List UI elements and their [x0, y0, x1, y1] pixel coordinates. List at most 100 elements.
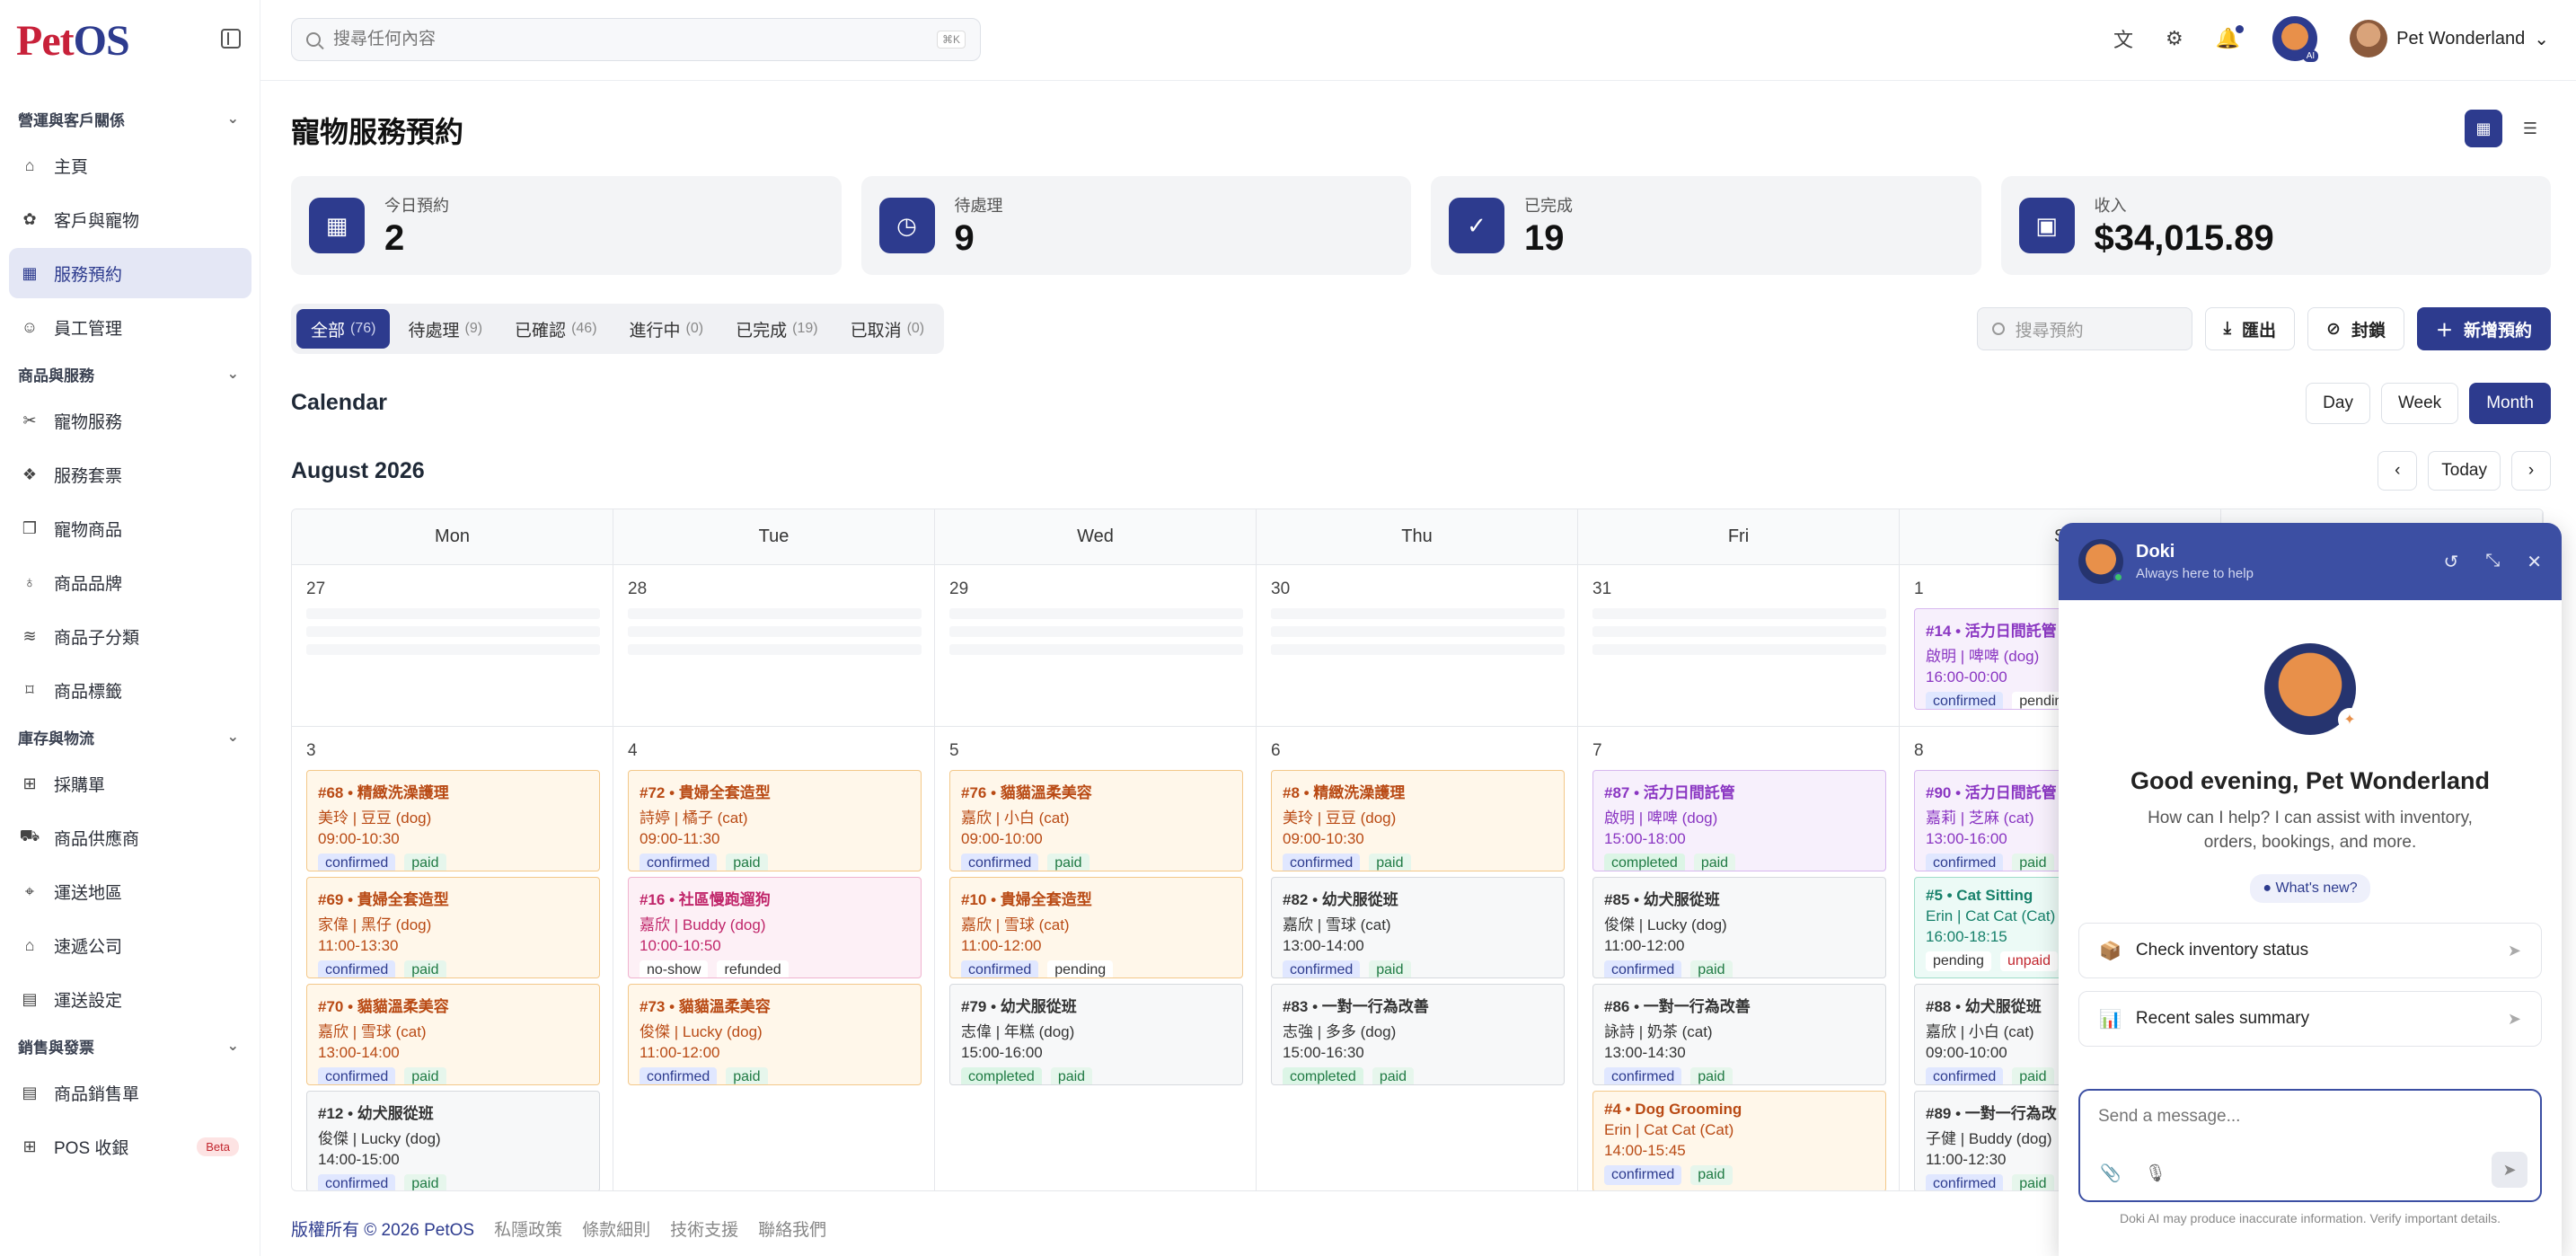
sidebar-item[interactable]: ♁ 商品品牌: [9, 557, 251, 607]
status-tab[interactable]: 已完成 (19): [721, 309, 832, 349]
translate-icon[interactable]: 文: [2113, 24, 2133, 53]
ai-assistant-avatar[interactable]: AI: [2272, 16, 2319, 62]
status-tab[interactable]: 進行中 (0): [615, 309, 719, 349]
close-icon[interactable]: ✕: [2527, 551, 2542, 573]
booking-event[interactable]: #85 • 幼犬服從班 俊傑 | Lucky (dog) 11:00-12:00 co…: [1592, 877, 1886, 978]
booking-event[interactable]: #12 • 幼犬服從班 俊傑 | Lucky (dog) 14:00-15:00 co…: [306, 1091, 600, 1190]
event-tags: completed paid: [961, 1067, 1231, 1084]
booking-event[interactable]: #69 • 貴婦全套造型 家偉 | 黑仔 (dog) 11:00-13:30 conf…: [306, 877, 600, 978]
sidebar-item[interactable]: ☺ 員工管理: [9, 302, 251, 352]
event-title: #10 • 貴婦全套造型: [961, 891, 1092, 908]
sidebar-section-header[interactable]: 銷售與發票 ⌄: [0, 1028, 260, 1064]
sidebar-item[interactable]: ▦ 服務預約: [9, 248, 251, 298]
booking-event[interactable]: #70 • 貓貓溫柔美容 嘉欣 | 雪球 (cat) 13:00-14:00 conf…: [306, 984, 600, 1085]
next-month-button[interactable]: ›: [2511, 451, 2551, 491]
new-booking-button[interactable]: ＋ 新增預約: [2416, 307, 2551, 350]
bell-icon[interactable]: 🔔: [2216, 25, 2245, 50]
page-title: 寵物服務預約: [291, 116, 464, 148]
sidebar-item[interactable]: ❖ 服務套票: [9, 449, 251, 500]
sidebar-item[interactable]: ⊞ 採購單: [9, 758, 251, 809]
calendar-day[interactable]: 3 #68 • 精緻洗澡護理 美玲 | 豆豆 (dog) 09:00-10:30 con…: [292, 727, 613, 1190]
status-tab[interactable]: 已確認 (46): [500, 309, 611, 349]
booking-event[interactable]: #8 • 精緻洗澡護理 美玲 | 豆豆 (dog) 09:00-10:30 confi…: [1271, 770, 1565, 871]
footer-link[interactable]: 條款細則: [582, 1216, 650, 1241]
sidebar-item[interactable]: ⌂ 主頁: [9, 140, 251, 190]
event-time: 15:00-16:00: [961, 1044, 1043, 1061]
status-tab[interactable]: 待處理 (9): [393, 309, 497, 349]
status-badge: confirmed: [1926, 1174, 2004, 1190]
sidebar-collapse-icon[interactable]: [221, 29, 241, 49]
user-menu[interactable]: Pet Wonderland ⌄: [2350, 20, 2549, 57]
booking-event[interactable]: #72 • 貴婦全套造型 詩婷 | 橘子 (cat) 09:00-11:30 conf…: [628, 770, 922, 871]
booking-event[interactable]: #10 • 貴婦全套造型 嘉欣 | 雪球 (cat) 11:00-12:00 conf…: [949, 877, 1243, 978]
sidebar-item[interactable]: ❒ 寵物商品: [9, 503, 251, 553]
booking-event[interactable]: #73 • 貓貓溫柔美容 俊傑 | Lucky (dog) 11:00-12:00 c…: [628, 984, 922, 1085]
stat-card: ✓ 已完成 19: [1431, 176, 1981, 275]
calendar-day[interactable]: 27: [292, 565, 613, 726]
today-button[interactable]: Today: [2428, 451, 2501, 491]
sidebar-item[interactable]: ✂ 寵物服務: [9, 395, 251, 446]
gear-icon[interactable]: ⚙: [2166, 27, 2183, 50]
sidebar-item[interactable]: ⌂ 速遞公司: [9, 920, 251, 970]
range-button[interactable]: Week: [2380, 383, 2459, 424]
calendar-day[interactable]: 4 #72 • 貴婦全套造型 詩婷 | 橘子 (cat) 09:00-11:30 con…: [613, 727, 935, 1190]
sidebar-item[interactable]: ▤ 商品銷售單: [9, 1067, 251, 1118]
calendar-day[interactable]: 28: [613, 565, 935, 726]
status-tab[interactable]: 已取消 (0): [836, 309, 940, 349]
microphone-icon[interactable]: 🎙: [2145, 1163, 2166, 1184]
sidebar-item[interactable]: ⌑ 商品標籤: [9, 665, 251, 715]
status-tab[interactable]: 全部 (76): [296, 309, 391, 349]
minimize-icon[interactable]: ⤡: [2485, 551, 2500, 573]
sidebar-item[interactable]: ▤ 運送設定: [9, 974, 251, 1024]
chat-suggestion[interactable]: 📦 Check inventory status ➤: [2078, 923, 2542, 978]
booking-event[interactable]: #76 • 貓貓溫柔美容 嘉欣 | 小白 (cat) 09:00-10:00 conf…: [949, 770, 1243, 871]
status-badge: pending: [1047, 960, 1114, 977]
petos-logo[interactable]: PetOS: [16, 16, 130, 66]
sidebar-section-header[interactable]: 商品與服務 ⌄: [0, 356, 260, 392]
footer-link[interactable]: 私隱政策: [494, 1216, 562, 1241]
weekday-label: Thu: [1257, 509, 1578, 564]
sidebar-item[interactable]: ⌖ 運送地區: [9, 866, 251, 916]
chat-message-input[interactable]: [2080, 1091, 2540, 1143]
calendar-day[interactable]: 30: [1257, 565, 1578, 726]
booking-search[interactable]: 搜尋預約: [1976, 307, 2192, 350]
range-button[interactable]: Day: [2306, 383, 2370, 424]
sidebar-section-header[interactable]: 庫存與物流 ⌄: [0, 719, 260, 755]
range-button[interactable]: Month: [2469, 383, 2551, 424]
footer-link[interactable]: 聯絡我們: [758, 1216, 826, 1241]
status-badge: confirmed: [1926, 692, 2004, 709]
calendar-day[interactable]: 6 #8 • 精緻洗澡護理 美玲 | 豆豆 (dog) 09:00-10:30 conf…: [1257, 727, 1578, 1190]
footer-link[interactable]: 技術支援: [670, 1216, 738, 1241]
sidebar-item[interactable]: ≋ 商品子分類: [9, 611, 251, 661]
booking-event[interactable]: #82 • 幼犬服從班 嘉欣 | 雪球 (cat) 13:00-14:00 confi…: [1271, 877, 1565, 978]
paperclip-icon[interactable]: 📎: [2100, 1163, 2122, 1184]
block-button[interactable]: ⊘ 封鎖: [2307, 307, 2404, 350]
prev-month-button[interactable]: ‹: [2378, 451, 2418, 491]
booking-event[interactable]: #87 • 活力日間託管 啟明 | 啤啤 (dog) 15:00-18:00 comp…: [1592, 770, 1886, 871]
calendar-day[interactable]: 31: [1578, 565, 1900, 726]
history-icon[interactable]: ↺: [2443, 551, 2458, 573]
list-view-icon[interactable]: ☰: [2511, 110, 2549, 147]
booking-event[interactable]: #68 • 精緻洗澡護理 美玲 | 豆豆 (dog) 09:00-10:30 conf…: [306, 770, 600, 871]
global-search-input[interactable]: [333, 30, 937, 49]
booking-event[interactable]: #83 • 一對一行為改善 志強 | 多多 (dog) 15:00-16:30 com…: [1271, 984, 1565, 1085]
booking-event[interactable]: #4 • Dog Grooming Erin | Cat Cat (Cat) 14:…: [1592, 1091, 1886, 1190]
global-search[interactable]: ⌘K: [291, 18, 981, 61]
booking-event[interactable]: #79 • 幼犬服從班 志偉 | 年糕 (dog) 15:00-16:00 compl…: [949, 984, 1243, 1085]
export-button[interactable]: ⤓ 匯出: [2204, 307, 2296, 350]
sidebar-section-header[interactable]: 營運與客戶關係 ⌄: [0, 101, 260, 137]
chat-suggestion[interactable]: 📊 Recent sales summary ➤: [2078, 991, 2542, 1047]
booking-event[interactable]: #86 • 一對一行為改善 詠詩 | 奶茶 (cat) 13:00-14:30 con…: [1592, 984, 1886, 1085]
sidebar-item[interactable]: ⊞ POS 收銀 Beta: [9, 1121, 251, 1172]
calendar-view-icon[interactable]: ▦: [2465, 110, 2502, 147]
calendar-day[interactable]: 29: [935, 565, 1257, 726]
calendar-day[interactable]: 7 #87 • 活力日間託管 啟明 | 啤啤 (dog) 15:00-18:00 com…: [1578, 727, 1900, 1190]
send-button[interactable]: ➤: [2492, 1152, 2527, 1188]
booking-event[interactable]: #16 • 社區慢跑遛狗 嘉欣 | Buddy (dog) 10:00-10:50 n…: [628, 877, 922, 978]
tab-label: 待處理: [408, 321, 460, 341]
whats-new-chip[interactable]: ● What's new?: [2250, 874, 2370, 903]
event-title: #87 • 活力日間託管: [1604, 784, 1735, 801]
calendar-day[interactable]: 5 #76 • 貓貓溫柔美容 嘉欣 | 小白 (cat) 09:00-10:00 con…: [935, 727, 1257, 1190]
sidebar-item[interactable]: ⛟ 商品供應商: [9, 812, 251, 862]
sidebar-item[interactable]: ✿ 客戶與寵物: [9, 194, 251, 244]
